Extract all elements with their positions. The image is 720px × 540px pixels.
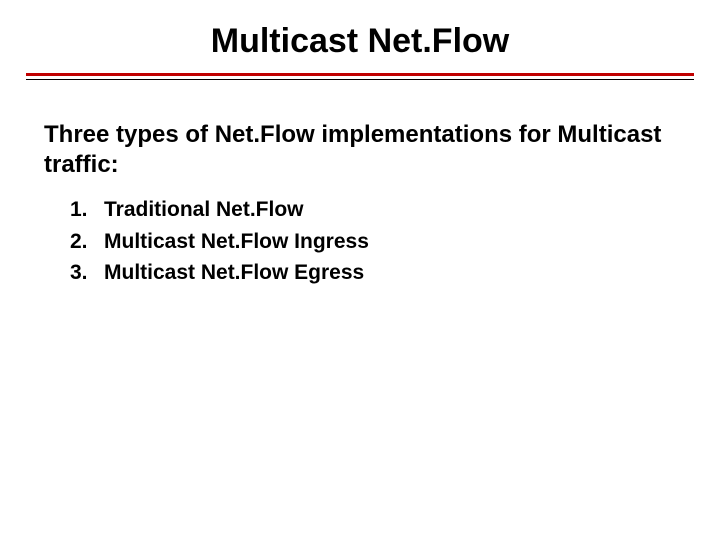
list-number: 3. — [70, 257, 104, 289]
numbered-list: 1. Traditional Net.Flow 2. Multicast Net… — [44, 194, 676, 289]
list-number: 1. — [70, 194, 104, 226]
list-number: 2. — [70, 226, 104, 258]
list-item: 3. Multicast Net.Flow Egress — [70, 257, 676, 289]
list-item: 1. Traditional Net.Flow — [70, 194, 676, 226]
list-text: Multicast Net.Flow Ingress — [104, 226, 676, 258]
list-item: 2. Multicast Net.Flow Ingress — [70, 226, 676, 258]
list-text: Multicast Net.Flow Egress — [104, 257, 676, 289]
intro-text: Three types of Net.Flow implementations … — [44, 120, 676, 180]
slide-title: Multicast Net.Flow — [211, 22, 509, 61]
title-area: Multicast Net.Flow — [0, 0, 720, 61]
content-area: Three types of Net.Flow implementations … — [0, 80, 720, 289]
divider-red — [26, 73, 694, 76]
slide: Multicast Net.Flow Three types of Net.Fl… — [0, 0, 720, 540]
list-text: Traditional Net.Flow — [104, 194, 676, 226]
